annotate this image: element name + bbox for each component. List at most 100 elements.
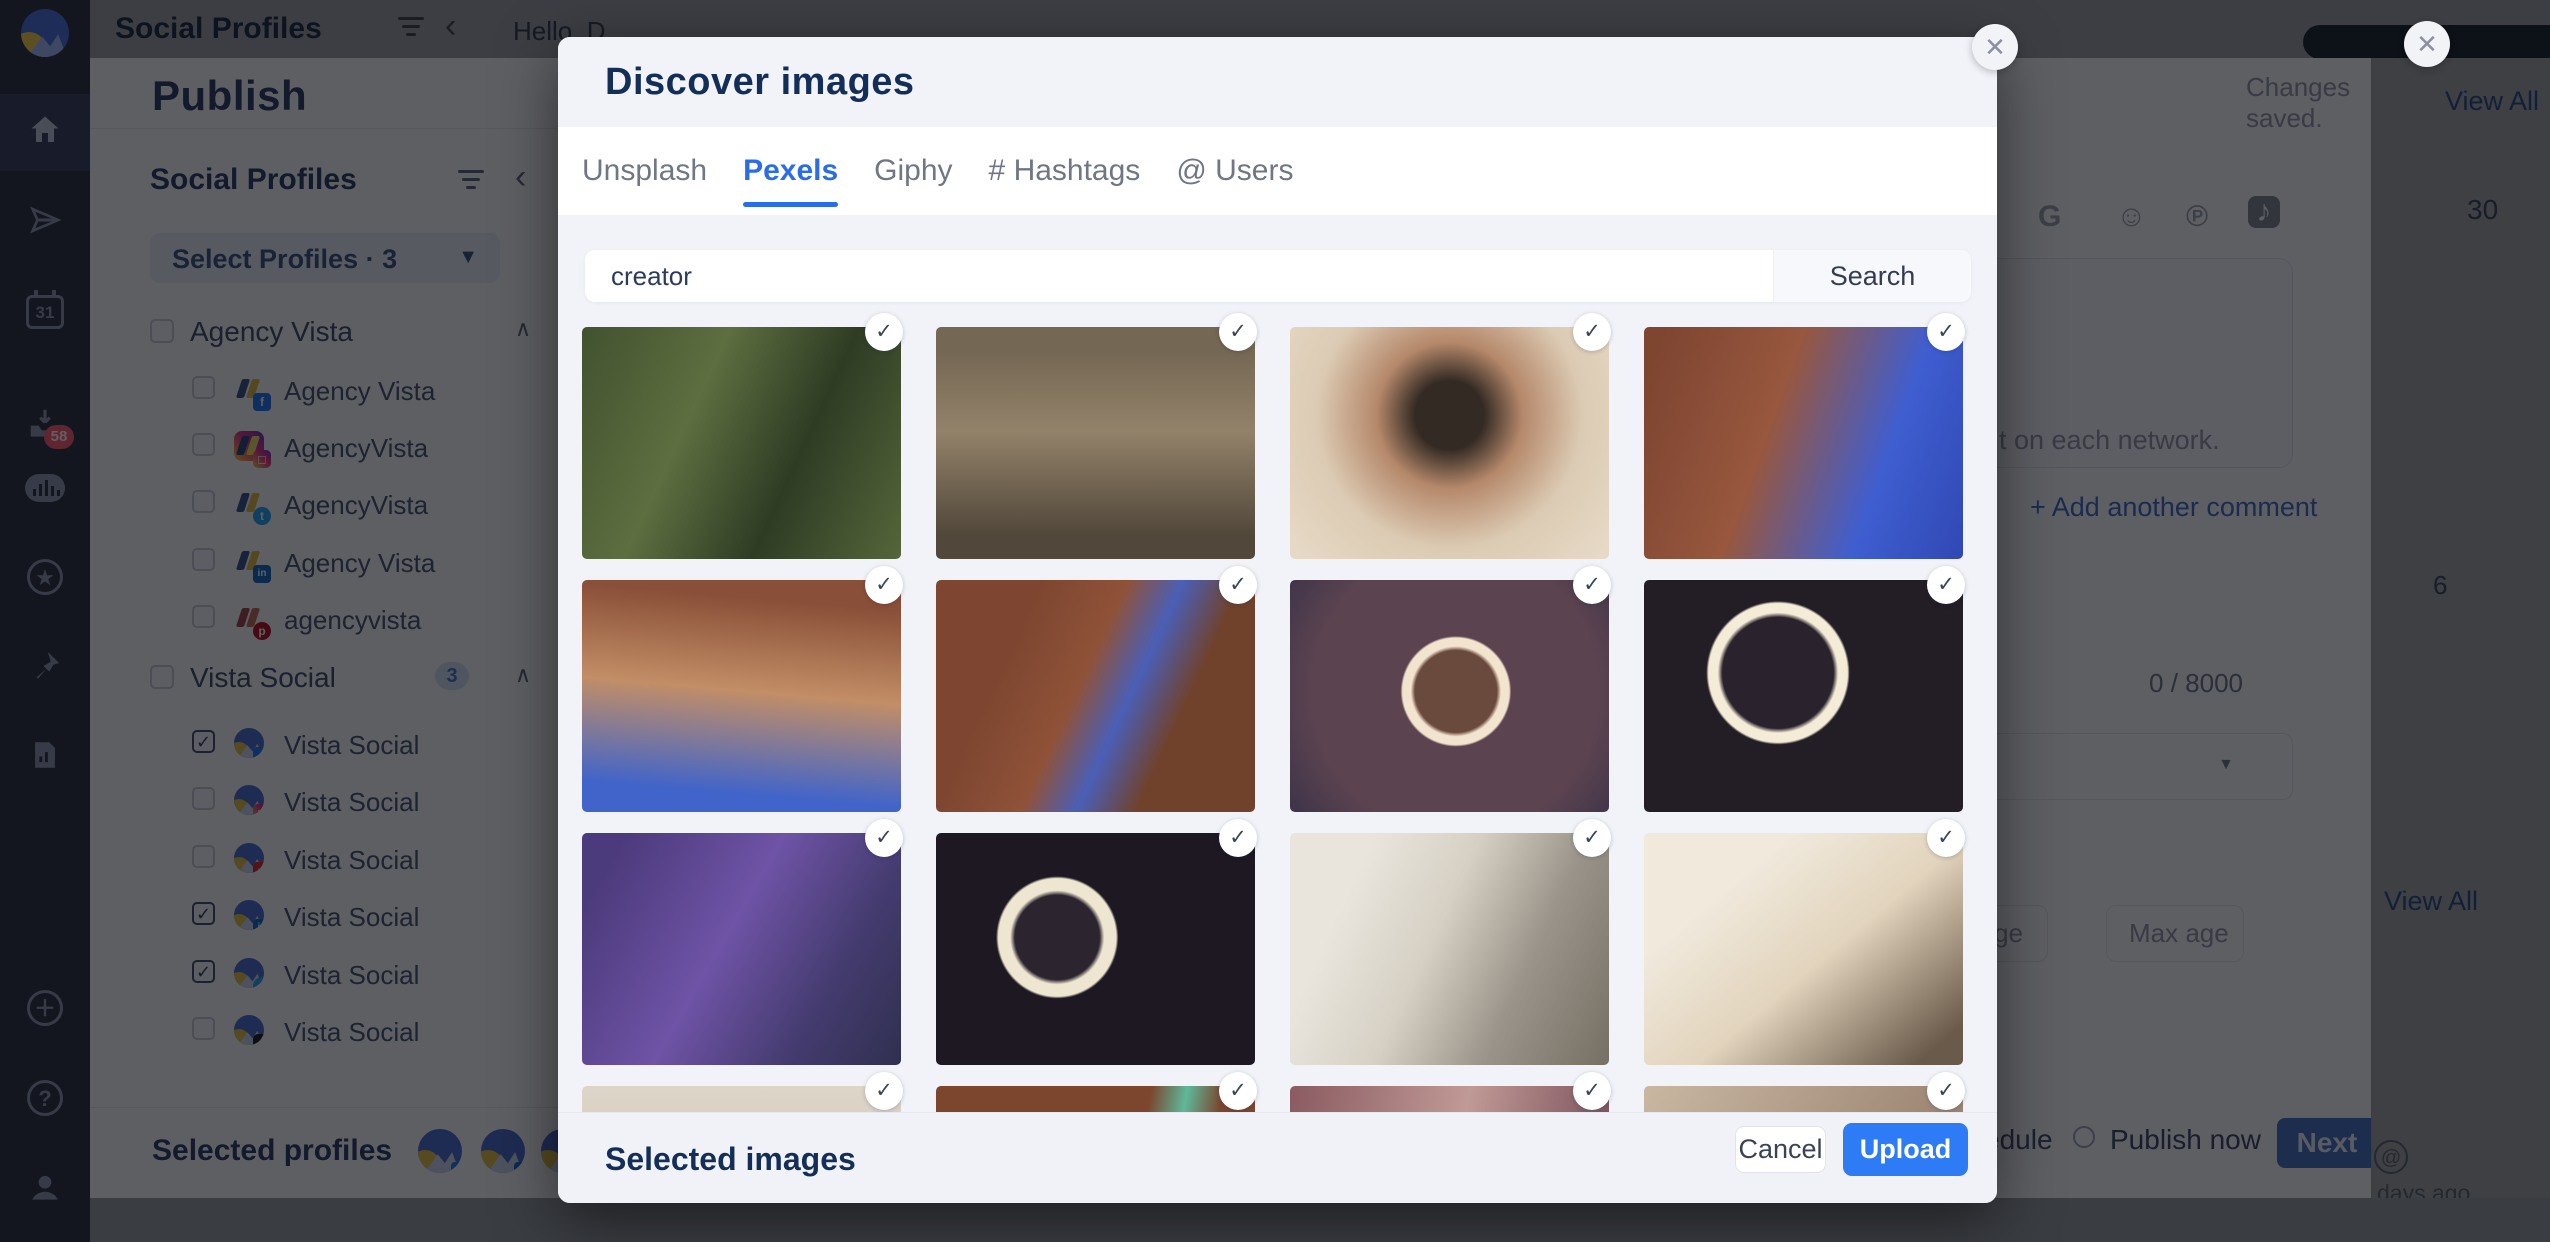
reports-icon[interactable] [0,738,90,772]
calendar-icon[interactable]: 31 [26,295,64,329]
image-result[interactable]: ✓ [936,833,1255,1065]
listening-icon[interactable] [25,474,65,502]
profile-checkbox-checked[interactable]: ✓ [192,902,215,925]
check-icon[interactable]: ✓ [1927,1072,1965,1110]
check-icon[interactable]: ✓ [1573,1072,1611,1110]
reviews-star-icon[interactable]: ★ [27,559,63,595]
pin-icon[interactable] [0,649,90,683]
home-icon[interactable] [0,112,90,148]
check-icon[interactable]: ✓ [1573,313,1611,351]
tab-unsplash[interactable]: Unsplash [582,127,707,215]
check-icon[interactable]: ✓ [1573,566,1611,604]
check-icon[interactable]: ✓ [865,313,903,351]
group-checkbox[interactable] [150,319,174,343]
image-result[interactable]: ✓ [936,580,1255,812]
check-icon[interactable]: ✓ [1927,313,1965,351]
twitter-badge-icon: t [253,507,271,525]
check-icon[interactable]: ✓ [1219,819,1257,857]
selected-avatar-linkedin[interactable]: in [481,1129,525,1173]
filter-icon[interactable] [458,170,484,194]
profile-label[interactable]: AgencyVista [284,490,428,521]
group-checkbox[interactable] [150,665,174,689]
inbox-icon[interactable]: 58 [0,405,90,443]
profile-label[interactable]: Agency Vista [284,548,435,579]
check-icon[interactable]: ✓ [1219,566,1257,604]
image-result[interactable]: ✓ [1644,833,1963,1065]
vista-social-logo-icon[interactable] [21,9,69,57]
view-all-link[interactable]: View All [2445,86,2539,117]
upload-button[interactable]: Upload [1843,1123,1968,1176]
check-icon[interactable]: ✓ [1927,819,1965,857]
collapse-panel-icon[interactable]: ‹ [515,162,526,192]
chevron-left-icon[interactable]: ‹ [445,11,456,41]
smiley-network-icon[interactable]: ☺ [2116,200,2147,234]
profile-checkbox-checked[interactable]: ✓ [192,730,215,753]
filter-icon[interactable] [398,17,424,41]
profile-checkbox-checked[interactable]: ✓ [192,960,215,983]
profile-checkbox[interactable] [192,376,215,399]
image-result[interactable]: ✓ [1290,327,1609,559]
view-all-link[interactable]: View All [2384,886,2478,917]
banner-close-icon[interactable]: ✕ [2404,21,2450,67]
image-result[interactable]: ✓ [1290,833,1609,1065]
preview-rail: View All 30 6 View All @ days ago [2371,58,2550,1198]
image-result[interactable]: ✓ [936,327,1255,559]
selected-avatar-facebook[interactable]: f [418,1129,462,1173]
tab-users[interactable]: @ Users [1176,127,1293,215]
check-icon[interactable]: ✓ [1219,313,1257,351]
publish-now-label[interactable]: Publish now [2110,1124,2261,1156]
profile-label[interactable]: agencyvista [284,605,421,636]
add-another-comment-link[interactable]: + Add another comment [2030,492,2317,523]
profile-label[interactable]: Vista Social [284,1017,419,1048]
profile-checkbox[interactable] [192,490,215,513]
next-button[interactable]: Next [2277,1118,2377,1168]
check-icon[interactable]: ✓ [1927,566,1965,604]
check-icon[interactable]: ✓ [1219,1072,1257,1110]
profile-label[interactable]: Vista Social [284,730,419,761]
search-input[interactable] [585,250,1773,302]
add-plus-icon[interactable]: ＋ [27,990,63,1026]
image-result[interactable]: ✓ [582,833,901,1065]
profile-label[interactable]: AgencyVista [284,433,428,464]
image-result[interactable]: ✓ [1644,580,1963,812]
image-result[interactable]: ✓ [582,327,901,559]
check-icon[interactable]: ✓ [865,566,903,604]
profile-label[interactable]: Vista Social [284,902,419,933]
help-icon[interactable]: ? [27,1080,63,1116]
profile-checkbox[interactable] [192,845,215,868]
profile-label[interactable]: Vista Social [284,960,419,991]
select-profiles-dropdown[interactable]: Select Profiles · 3 ▼ [150,233,500,283]
cancel-button[interactable]: Cancel [1735,1126,1826,1173]
profile-label[interactable]: Agency Vista [284,376,435,407]
profile-checkbox[interactable] [192,433,215,456]
account-avatar-icon[interactable] [0,1168,90,1206]
max-age-input[interactable]: Max age [2106,905,2244,962]
profile-label[interactable]: Vista Social [284,845,419,876]
image-result[interactable]: ✓ [582,580,901,812]
profile-checkbox[interactable] [192,787,215,810]
modal-close-icon[interactable]: ✕ [1972,24,2018,70]
chevron-up-icon[interactable]: ∧ [515,662,531,688]
profile-checkbox[interactable] [192,605,215,628]
profile-label[interactable]: Vista Social [284,787,419,818]
google-network-icon[interactable]: G [2038,200,2061,234]
selected-images-label: Selected images [605,1141,856,1178]
agency-vista-avatar: f [234,374,264,404]
tab-giphy[interactable]: Giphy [874,127,952,215]
profile-checkbox[interactable] [192,1017,215,1040]
check-icon[interactable]: ✓ [865,819,903,857]
profile-checkbox[interactable] [192,548,215,571]
chevron-up-icon[interactable]: ∧ [515,316,531,342]
tab-hashtags[interactable]: # Hashtags [989,127,1141,215]
stock-photo [582,327,901,559]
check-icon[interactable]: ✓ [865,1072,903,1110]
publish-plane-icon[interactable] [0,202,90,238]
pinterest-network-icon[interactable]: ℗ [2186,200,2208,234]
image-result[interactable]: ✓ [1644,327,1963,559]
tab-pexels[interactable]: Pexels [743,127,838,215]
tiktok-network-icon[interactable]: ♪ [2248,196,2280,228]
image-result[interactable]: ✓ [1290,580,1609,812]
search-button[interactable]: Search [1773,250,1971,302]
check-icon[interactable]: ✓ [1573,819,1611,857]
publish-now-radio[interactable] [2073,1126,2095,1148]
